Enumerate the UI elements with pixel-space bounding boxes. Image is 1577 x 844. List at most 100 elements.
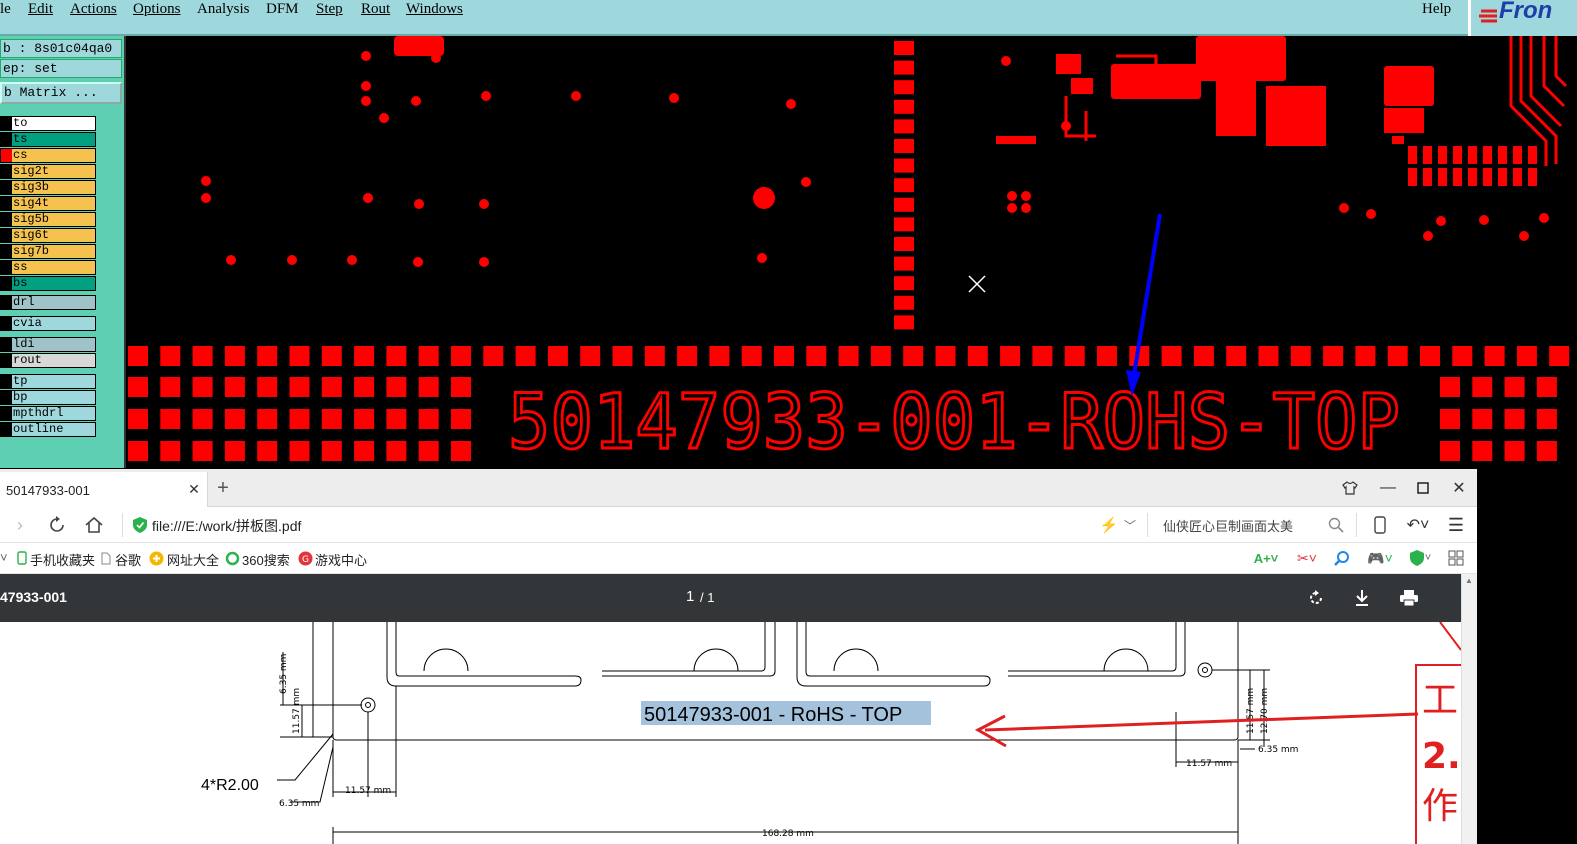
tab-close-icon[interactable]: ✕ — [186, 481, 202, 497]
home-icon[interactable] — [83, 514, 105, 536]
menu-help[interactable]: Help — [1422, 1, 1451, 18]
layer-swatch[interactable] — [1, 229, 12, 242]
layer-row-cs[interactable]: cs — [0, 148, 96, 163]
layer-row-tp[interactable]: tp — [0, 374, 96, 389]
pdf-page[interactable]: 6.35 mm 11.57 mm 6.35 mm 11.57 mm 11.57 … — [0, 622, 1461, 844]
layer-row-bp[interactable]: bp — [0, 390, 96, 405]
layer-label: sig2t — [13, 164, 50, 178]
layer-row-mpthdrl[interactable]: mpthdrl — [0, 406, 96, 421]
menu-icon[interactable]: ☰ — [1446, 515, 1466, 535]
menu-step[interactable]: Step — [316, 1, 343, 18]
dim-1157-right-horizontal: 11.57 mm — [1186, 759, 1232, 769]
menu-edit[interactable]: Edit — [28, 1, 53, 18]
layer-label: to — [13, 116, 28, 130]
layer-row-cvia[interactable]: cvia — [0, 316, 96, 331]
browser-tab[interactable]: 50147933-001 ✕ — [0, 472, 208, 507]
layer-swatch[interactable] — [1, 197, 12, 210]
gamepad-icon[interactable]: 🎮˅ — [1364, 549, 1396, 567]
layer-row-sig7b[interactable]: sig7b — [0, 244, 96, 259]
address-bar[interactable]: file:///E:/work/拼板图.pdf — [152, 516, 301, 536]
scissors-icon[interactable]: ✂˅ — [1293, 549, 1321, 567]
layer-swatch[interactable] — [1, 423, 12, 436]
layer-row-sig2t[interactable]: sig2t — [0, 164, 96, 179]
menu-file[interactable]: le — [0, 1, 11, 18]
menu-options[interactable]: Options — [133, 1, 181, 18]
page-current[interactable]: 1 — [686, 588, 694, 605]
layer-swatch[interactable] — [1, 338, 12, 351]
layer-row-ts[interactable]: ts — [0, 132, 96, 147]
download-icon[interactable] — [1350, 586, 1374, 610]
layer-label: sig4t — [13, 196, 50, 210]
forward-icon[interactable]: › — [10, 515, 30, 535]
layer-swatch[interactable] — [1, 296, 12, 309]
shield-yen-icon[interactable]: ˅ — [1404, 549, 1436, 567]
bookmark-mobile[interactable]: 手机收藏夹 — [30, 550, 95, 569]
cam-canvas[interactable]: 50147933-001-ROHS-TOP — [126, 36, 1577, 468]
layer-swatch[interactable] — [1, 375, 12, 388]
layer-swatch[interactable] — [1, 317, 12, 330]
layer-row-rout[interactable]: rout — [0, 353, 96, 368]
chevron-down-icon[interactable]: ˅ — [0, 550, 8, 565]
mobile-icon[interactable] — [1370, 515, 1390, 535]
layer-label: drl — [13, 295, 35, 309]
menu-rout[interactable]: Rout — [361, 1, 390, 18]
divider — [122, 513, 123, 537]
new-tab-icon[interactable]: + — [214, 477, 232, 499]
scrollbar[interactable]: ▲ — [1461, 574, 1477, 844]
layer-row-sig6t[interactable]: sig6t — [0, 228, 96, 243]
layer-swatch[interactable] — [1, 149, 12, 162]
minimize-icon[interactable]: — — [1378, 478, 1398, 498]
dim-635-horizontal: 6.35 mm — [279, 799, 319, 809]
layer-swatch[interactable] — [1, 213, 12, 226]
bookmark-sites[interactable]: 网址大全 — [167, 550, 219, 569]
menu-actions[interactable]: Actions — [70, 1, 117, 18]
chevron-down-icon[interactable]: ﹀ — [1122, 515, 1138, 535]
layer-row-outline[interactable]: outline — [0, 422, 96, 437]
board-label-text[interactable]: 50147933-001 - RoHS - TOP — [644, 704, 902, 726]
menu-analysis[interactable]: Analysis — [197, 1, 250, 18]
layer-swatch[interactable] — [1, 133, 12, 146]
pdf-title: 47933-001 — [0, 589, 67, 605]
layer-swatch[interactable] — [1, 245, 12, 258]
print-icon[interactable] — [1397, 586, 1421, 610]
shirt-icon[interactable] — [1340, 478, 1360, 498]
layer-row-ss[interactable]: ss — [0, 260, 96, 275]
layer-row-bs[interactable]: bs — [0, 276, 96, 291]
rotate-icon[interactable] — [1304, 586, 1328, 610]
scroll-up-icon[interactable]: ▲ — [1465, 576, 1473, 585]
bookmark-google[interactable]: 谷歌 — [115, 550, 141, 569]
bookmark-games[interactable]: 游戏中心 — [315, 550, 367, 569]
layer-row-sig3b[interactable]: sig3b — [0, 180, 96, 195]
layer-swatch[interactable] — [1, 354, 12, 367]
undo-icon[interactable]: ↶˅ — [1403, 515, 1433, 535]
translate-icon[interactable]: A+˅ — [1252, 549, 1280, 567]
layer-swatch[interactable] — [1, 277, 12, 290]
layer-row-sig4t[interactable]: sig4t — [0, 196, 96, 211]
layer-swatch[interactable] — [1, 407, 12, 420]
menu-windows[interactable]: Windows — [406, 1, 463, 18]
lightning-icon[interactable]: ⚡ — [1100, 515, 1119, 535]
layer-swatch[interactable] — [1, 181, 12, 194]
window-close-icon[interactable]: ✕ — [1449, 478, 1469, 498]
search-suggestion[interactable]: 仙侠匠心巨制画面太美 — [1163, 516, 1293, 535]
board-view: 50147933-001-ROHS-TOP — [128, 36, 1570, 468]
layer-row-to[interactable]: to — [0, 116, 96, 131]
maximize-icon[interactable] — [1413, 478, 1433, 498]
matrix-button[interactable]: b Matrix ... — [0, 82, 122, 104]
divider — [1147, 513, 1148, 537]
menu-dfm[interactable]: DFM — [266, 1, 299, 18]
layer-swatch[interactable] — [1, 391, 12, 404]
note-line-3: 作 — [1422, 786, 1458, 827]
apps-grid-icon[interactable] — [1446, 549, 1466, 567]
panel-drawing: 6.35 mm 11.57 mm 6.35 mm 11.57 mm 11.57 … — [201, 622, 1461, 844]
bookmark-360[interactable]: 360搜索 — [242, 550, 290, 569]
layer-swatch[interactable] — [1, 117, 12, 130]
magnifier-icon[interactable] — [1332, 549, 1352, 567]
layer-row-drl[interactable]: drl — [0, 295, 96, 310]
layer-swatch[interactable] — [1, 261, 12, 274]
search-icon[interactable] — [1326, 515, 1346, 535]
layer-row-sig5b[interactable]: sig5b — [0, 212, 96, 227]
layer-row-ldi[interactable]: ldi — [0, 337, 96, 352]
layer-swatch[interactable] — [1, 165, 12, 178]
reload-icon[interactable] — [46, 514, 68, 536]
